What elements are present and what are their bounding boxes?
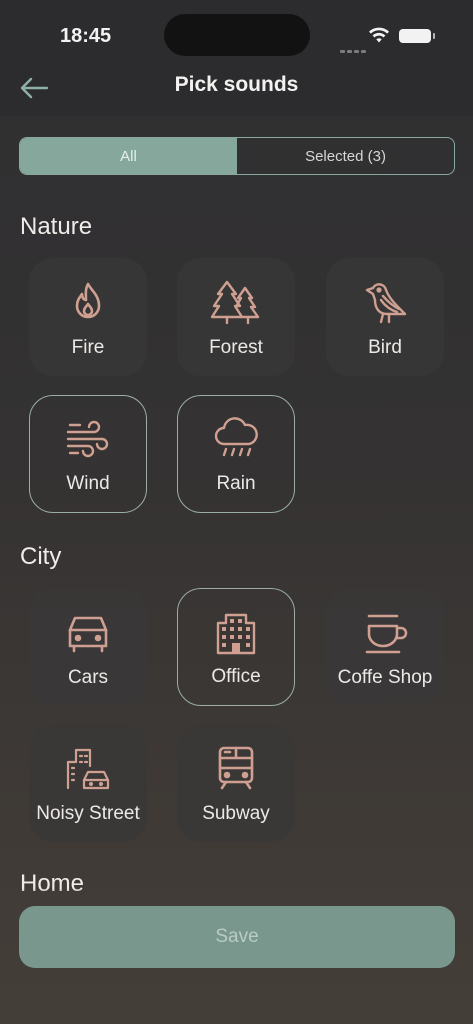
sound-tile-coffee-shop[interactable]: Coffe Shop — [326, 588, 444, 706]
tab-selected[interactable]: Selected (3) — [237, 138, 454, 174]
car-icon — [68, 616, 108, 653]
rain-cloud-icon — [214, 417, 258, 457]
tab-all[interactable]: All — [20, 138, 237, 174]
bird-icon — [365, 283, 407, 324]
save-button[interactable]: Save — [19, 906, 455, 968]
sound-tile-office[interactable]: Office — [177, 588, 295, 706]
sound-label: Subway — [202, 803, 270, 824]
nav-bar: Pick sounds — [0, 60, 473, 116]
sound-tile-subway[interactable]: Subway — [177, 724, 295, 842]
sound-label: Coffe Shop — [337, 667, 433, 688]
page-title: Pick sounds — [174, 73, 299, 96]
sound-label: Fire — [71, 337, 105, 358]
sound-tile-cars[interactable]: Cars — [29, 588, 147, 706]
sound-tile-fire[interactable]: Fire — [29, 258, 147, 376]
flame-icon — [75, 282, 101, 319]
sound-label: Wind — [66, 473, 110, 494]
sound-tile-noisy-street[interactable]: Noisy Street — [29, 724, 147, 842]
wifi-icon — [368, 26, 390, 49]
battery-icon — [399, 29, 435, 43]
sound-tile-bird[interactable]: Bird — [326, 258, 444, 376]
sound-label: Forest — [209, 337, 263, 358]
cellular-signal-icon — [340, 40, 368, 58]
section-title-city: City — [20, 543, 62, 570]
sound-tile-forest[interactable]: Forest — [177, 258, 295, 376]
sound-label: Noisy Street — [36, 803, 140, 824]
dynamic-island — [164, 14, 310, 56]
train-icon — [218, 746, 254, 790]
sound-label: Cars — [67, 667, 109, 688]
sound-label: Office — [211, 666, 261, 687]
street-buildings-car-icon — [66, 748, 110, 790]
status-bar: 18:45 — [0, 0, 473, 60]
sound-label: Rain — [216, 473, 256, 494]
filter-segmented-control: All Selected (3) — [19, 137, 455, 175]
sound-tile-rain[interactable]: Rain — [177, 395, 295, 513]
section-title-nature: Nature — [20, 213, 93, 240]
status-time: 18:45 — [60, 25, 112, 47]
wind-icon — [66, 420, 109, 458]
trees-icon — [210, 280, 260, 325]
coffee-cup-icon — [365, 614, 408, 654]
office-building-icon — [216, 613, 256, 655]
sound-label: Bird — [368, 337, 402, 358]
sound-tile-wind[interactable]: Wind — [29, 395, 147, 513]
